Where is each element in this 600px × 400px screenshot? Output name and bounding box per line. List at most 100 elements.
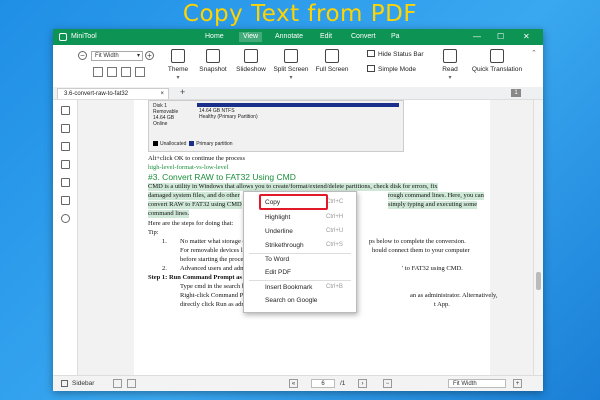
menu-item-search-google[interactable]: Search on Google <box>244 295 356 306</box>
bullet-line: an as administrator. Alternatively, <box>410 292 498 299</box>
menu-item-highlight[interactable]: Highlight Ctrl+H <box>244 212 356 223</box>
collapse-ribbon-icon[interactable]: ⌃ <box>531 49 537 57</box>
bookmarks-icon[interactable] <box>61 124 70 133</box>
theme-button[interactable]: Theme ▾ <box>165 49 191 81</box>
bullet-line: directly click Run as admin <box>180 301 252 308</box>
menu-view[interactable]: View <box>239 32 263 42</box>
banner-title: Copy Text from PDF <box>182 1 418 27</box>
selected-text-line[interactable]: rough command lines. Here, you can <box>388 192 484 200</box>
copy-highlight-box <box>259 194 328 210</box>
fit-width-icon[interactable] <box>127 379 136 388</box>
disk-partition-bar <box>197 103 399 107</box>
status-bar: Sidebar « 6 /1 › − Fit Width + <box>53 375 543 391</box>
translation-icon <box>490 49 504 63</box>
zoom-out-small-icon[interactable]: − <box>383 379 392 388</box>
snapshot-label: Snapshot <box>199 66 227 73</box>
full-screen-button[interactable]: Full Screen <box>312 49 352 73</box>
read-button[interactable]: Read ▾ <box>437 49 463 81</box>
menu-item-edit-pdf[interactable]: Edit PDF <box>244 267 356 278</box>
annotations-icon[interactable] <box>61 142 70 151</box>
zoom-in-button[interactable]: + <box>145 51 154 60</box>
selected-text-line[interactable]: damaged system files, and do other <box>148 192 240 200</box>
continuous-page-icon[interactable] <box>121 67 131 77</box>
menu-separator <box>249 280 351 281</box>
menu-item-insert-bookmark[interactable]: Insert Bookmark Ctrl+B <box>244 282 356 293</box>
quick-translation-button[interactable]: Quick Translation <box>469 49 525 73</box>
menu-item-to-word[interactable]: To Word <box>244 254 356 265</box>
next-page-icon[interactable]: › <box>358 379 367 388</box>
bullet-line: t App. <box>434 301 450 308</box>
maximize-icon[interactable]: ☐ <box>497 32 504 41</box>
menu-convert[interactable]: Convert <box>351 33 376 40</box>
hide-status-bar-button[interactable]: Hide Status Bar <box>367 50 424 58</box>
signature-icon[interactable] <box>61 196 70 205</box>
zoom-in-small-icon[interactable]: + <box>513 379 522 388</box>
step-heading: Step 1: Run Command Prompt as <box>148 274 242 281</box>
two-page-icon[interactable] <box>107 67 117 77</box>
slideshow-label: Slideshow <box>236 66 266 73</box>
selected-text-line[interactable]: CMD is a utility in Windows that allows … <box>148 183 438 191</box>
selected-text-line[interactable]: convert RAW to FAT32 using CMD <box>148 201 242 209</box>
slideshow-button[interactable]: Slideshow <box>233 49 269 73</box>
comment-icon[interactable] <box>61 160 70 169</box>
page-number-input[interactable]: 6 <box>311 379 335 388</box>
theme-label: Theme <box>167 66 189 73</box>
new-tab-button[interactable]: + <box>180 87 185 97</box>
status-bar-icon <box>367 50 375 57</box>
scrollbar-thumb[interactable] <box>536 272 541 290</box>
menu-annotate[interactable]: Annotate <box>275 33 303 40</box>
tab-bar: 3.6-convert-raw-to-fat32 × + 1 <box>53 87 543 100</box>
selected-text-line[interactable]: command lines. <box>148 210 190 218</box>
read-label: Read <box>442 66 458 73</box>
menu-home[interactable]: Home <box>205 33 224 40</box>
zoom-select[interactable]: Fit Width <box>91 51 143 61</box>
page-total: /1 <box>340 380 346 387</box>
sidebar-checkbox[interactable] <box>61 380 68 387</box>
minimize-icon[interactable]: — <box>473 32 481 41</box>
fit-width-select[interactable]: Fit Width <box>448 379 506 388</box>
link-text[interactable]: high-level-format-vs-low-level <box>148 164 229 172</box>
thumbnails-icon[interactable] <box>61 106 70 115</box>
paragraph-line: hould connect them to your computer <box>372 247 470 254</box>
selected-text-line[interactable]: simply typing and executing some <box>388 201 478 209</box>
simple-mode-label: Simple Mode <box>378 66 416 73</box>
rotate-icon[interactable] <box>135 67 145 77</box>
split-screen-button[interactable]: Split Screen ▾ <box>271 49 311 81</box>
vertical-scrollbar[interactable] <box>533 100 543 375</box>
disk-image: Disk 1 Removable 14.64 GB Online 14.64 G… <box>148 100 404 152</box>
split-screen-icon <box>284 49 298 63</box>
tab-count-badge: 1 <box>511 89 521 97</box>
full-screen-icon <box>325 49 339 63</box>
single-page-icon[interactable] <box>93 67 103 77</box>
close-icon[interactable]: ✕ <box>523 32 530 41</box>
app-name: MiniTool <box>71 33 97 40</box>
snapshot-button[interactable]: Snapshot <box>196 49 230 73</box>
disk-legend: Unallocated Primary partition <box>153 141 233 147</box>
simple-mode-button[interactable]: Simple Mode <box>367 65 416 73</box>
paragraph-line: Alt+click OK to continue the process <box>148 155 245 162</box>
list-number: 2. <box>162 265 167 272</box>
disk-status: Online <box>153 121 168 127</box>
fit-page-icon[interactable] <box>113 379 122 388</box>
menu-item-underline[interactable]: Underline Ctrl+U <box>244 226 356 237</box>
paragraph-line: Tip: <box>148 229 159 236</box>
paragraph-line: ' to FAT32 using CMD. <box>402 265 463 272</box>
attachment-icon[interactable] <box>61 178 70 187</box>
ribbon-toolbar: − Fit Width + Theme ▾ Snapshot Slideshow… <box>53 45 543 88</box>
tab-close-icon[interactable]: × <box>160 89 164 99</box>
tab-document[interactable]: 3.6-convert-raw-to-fat32 × <box>57 88 169 99</box>
first-page-icon[interactable]: « <box>289 379 298 388</box>
menu-item-strikethrough[interactable]: Strikethrough Ctrl+S <box>244 240 356 251</box>
menu-edit[interactable]: Edit <box>320 33 332 40</box>
paragraph-line: Here are the steps for doing that: <box>148 220 234 227</box>
hide-status-bar-label: Hide Status Bar <box>378 51 424 58</box>
bullet-line: Right-click Command Pro <box>180 292 249 299</box>
title-bar: MiniTool Home View Annotate Edit Convert… <box>53 29 543 45</box>
app-logo-icon <box>59 33 67 41</box>
tab-document-label: 3.6-convert-raw-to-fat32 <box>64 91 129 97</box>
zoom-out-button[interactable]: − <box>78 51 87 60</box>
split-screen-label: Split Screen <box>273 66 309 73</box>
partition-status: Healthy (Primary Partition) <box>199 114 258 120</box>
menu-page[interactable]: Pa <box>391 33 400 40</box>
search-icon[interactable] <box>61 214 70 223</box>
